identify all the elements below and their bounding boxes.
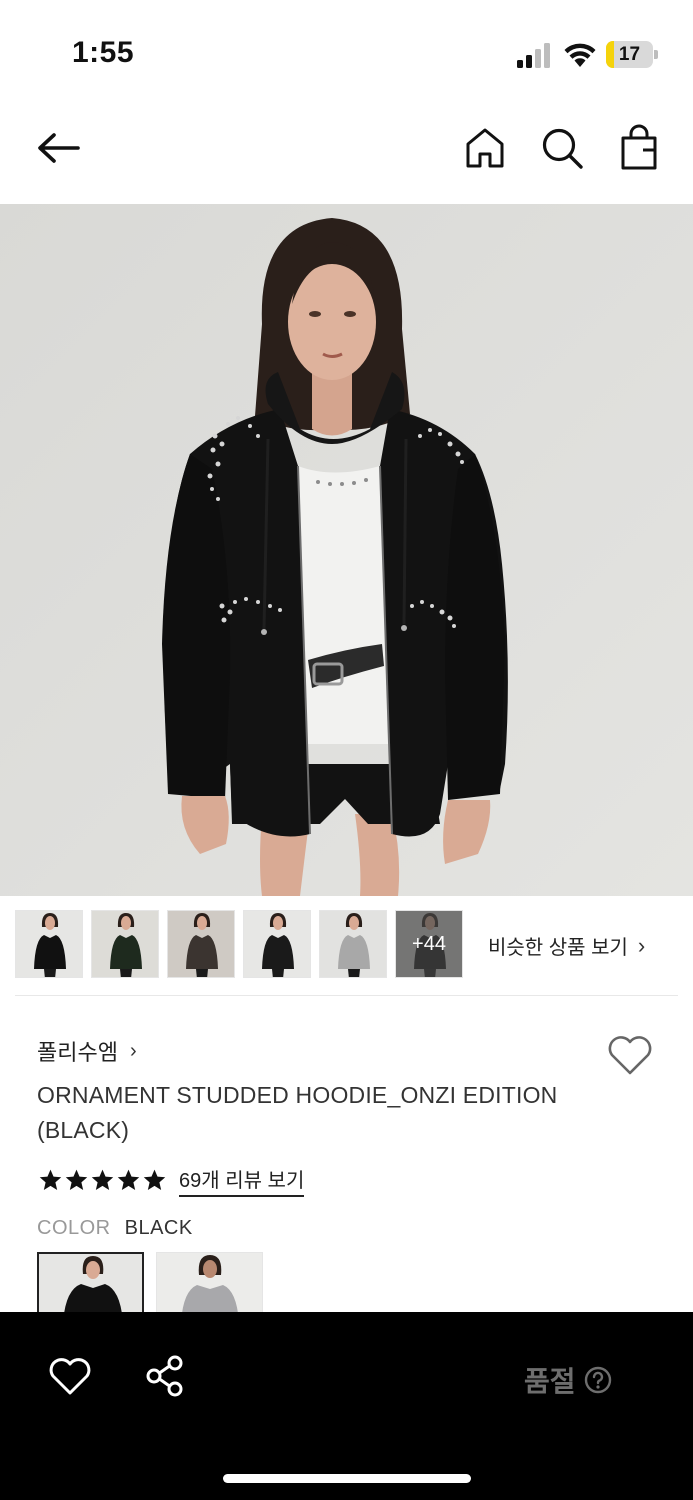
color-label: COLOR (37, 1217, 111, 1239)
soldout-status: 품절 (524, 1360, 612, 1400)
soldout-label: 품절 (524, 1366, 576, 1397)
star-icon (117, 1169, 140, 1190)
model-photo (0, 204, 693, 896)
review-link[interactable]: 69개 리뷰 보기 (179, 1164, 305, 1197)
status-time: 1:55 (72, 36, 135, 69)
star-icon (91, 1169, 114, 1190)
arrow-left-icon[interactable] (34, 126, 84, 170)
color-row: COLOR BLACK (37, 1217, 193, 1240)
similar-products-label: 비슷한 상품 보기 (488, 937, 628, 959)
question-circle-icon[interactable] (584, 1366, 612, 1394)
wishlist-heart-icon[interactable] (606, 1034, 654, 1076)
star-icon (143, 1169, 166, 1190)
status-bar: 1:55 17 (0, 0, 693, 100)
gallery-thumbnail[interactable] (319, 910, 387, 978)
product-title: ORNAMENT STUDDED HOODIE_ONZI EDITION (BL… (37, 1082, 558, 1143)
heart-icon[interactable] (48, 1356, 92, 1396)
rating-stars (38, 1168, 167, 1193)
gallery-thumbnail[interactable]: +44 (395, 910, 463, 978)
gallery-thumbnail[interactable] (243, 910, 311, 978)
product-main-image[interactable] (0, 204, 693, 896)
battery-indicator: 17 (606, 41, 658, 68)
share-icon[interactable] (144, 1354, 186, 1398)
brand-name: 폴리수엠 (37, 1040, 118, 1065)
search-icon[interactable] (539, 125, 585, 171)
star-icon (39, 1169, 62, 1190)
home-icon[interactable] (462, 125, 508, 171)
section-divider (15, 995, 678, 996)
rating-row: 69개 리뷰 보기 (38, 1164, 305, 1197)
gallery-thumbnail[interactable] (167, 910, 235, 978)
thumbnail-strip: +44 (15, 910, 463, 980)
shopping-bag-icon[interactable] (615, 124, 663, 172)
gallery-thumbnail[interactable] (91, 910, 159, 978)
color-value: BLACK (124, 1217, 193, 1239)
gallery-thumbnail[interactable] (15, 910, 83, 978)
bottom-action-bar: 품절 (0, 1312, 693, 1500)
more-images-count: +44 (396, 911, 462, 977)
cellular-signal-icon (517, 43, 550, 68)
brand-link[interactable]: 폴리수엠 › (37, 1035, 137, 1067)
chevron-right-icon: › (637, 932, 646, 958)
chevron-right-icon: › (129, 1039, 137, 1062)
similar-products-link[interactable]: 비슷한 상품 보기 › (488, 931, 645, 960)
wifi-icon (564, 43, 596, 67)
home-indicator (223, 1474, 471, 1483)
star-icon (65, 1169, 88, 1190)
battery-level: 17 (618, 44, 641, 65)
